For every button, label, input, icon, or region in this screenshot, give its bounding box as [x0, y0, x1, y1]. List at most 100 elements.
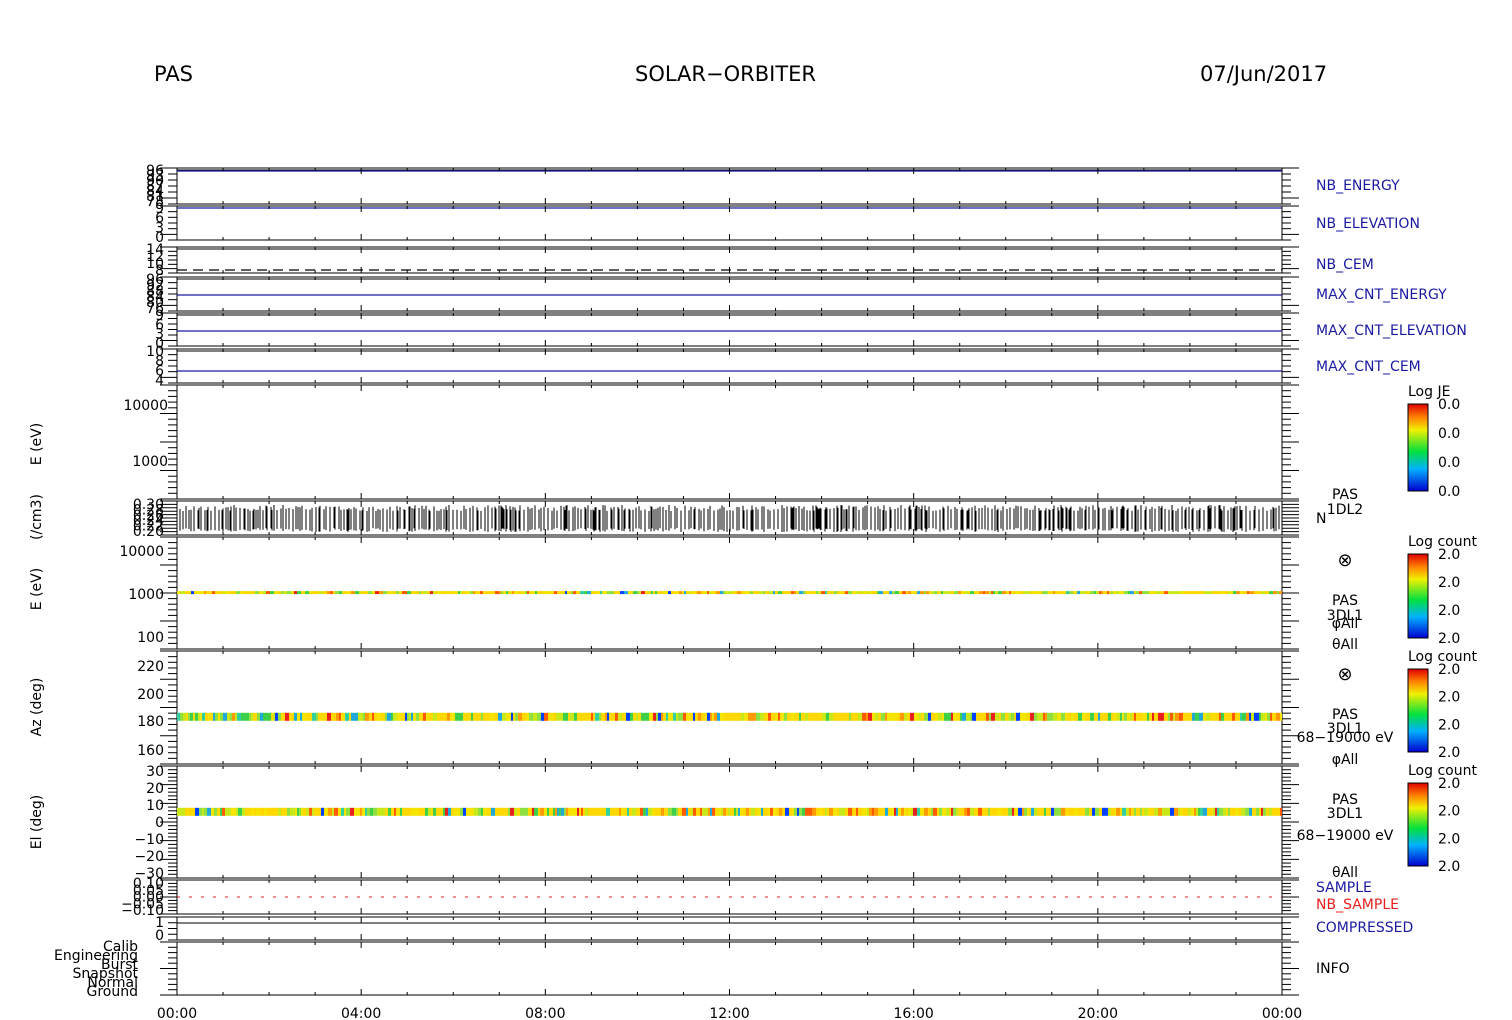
pas-3dl1-azimuth-band-cell	[498, 712, 502, 721]
pas-3dl1-azimuth-band-cell	[735, 712, 739, 721]
pas-3dl1-energy-band-cell	[929, 591, 931, 595]
pas-3dl1-energy-band-cell	[794, 591, 796, 595]
pas-3dl1-elevation-band-cell	[953, 807, 956, 816]
pas-3dl1-energy-band-cell	[529, 591, 531, 595]
pas-3dl1-elevation-band-cell	[540, 807, 544, 816]
pas-3dl1-elevation-band-cell	[1072, 807, 1074, 816]
pas-3dl1-elevation-band-cell	[448, 807, 451, 816]
pas-3dl1-azimuth-band-cell	[205, 712, 208, 721]
pas-3dl1-azimuth-band-cell	[1270, 712, 1272, 721]
pas-3dl1-energy-band-cell	[920, 591, 924, 595]
pas-3dl1-energy-band-cell	[831, 591, 834, 595]
pas-3dl1-elevation-band-cell	[508, 807, 510, 816]
pas-3dl1-azimuth-band-cell	[847, 712, 849, 721]
pas-3dl1-elevation-band-cell	[997, 807, 1001, 816]
pas-3dl1-energy-band-cell	[450, 591, 453, 595]
pas-3dl1-azimuth-band-cell	[351, 712, 354, 721]
pas-1dl2-side-label: 1DL2	[1327, 502, 1363, 518]
pas-3dl1-energy-band-cell	[535, 591, 537, 595]
pas-3dl1-elevation-band-cell	[933, 807, 937, 816]
pas-3dl1-energy-band-cell	[1206, 591, 1208, 595]
pas-3dl1-azimuth-band-cell	[822, 712, 826, 721]
pas-3dl1-energy-band-cell	[600, 591, 602, 595]
pas-3dl1-elevation-band-cell	[220, 807, 222, 816]
pas-3dl1-azimuth-band-cell	[951, 712, 953, 721]
pas-3dl1-energy-band-cell	[191, 591, 194, 595]
pas-3dl1-azimuth-band-cell	[728, 712, 732, 721]
pas-3dl1-energy-band-cell	[427, 591, 430, 595]
pas-3dl1-elevation-band-cell	[481, 807, 483, 816]
pas-3dl1-energy-band-cell	[177, 591, 180, 595]
pas-3dl1-elevation-band-cell	[1027, 807, 1029, 816]
pas-3dl1-azimuth-band-cell	[791, 712, 795, 721]
pas-3dl1-energy-band-cell	[442, 591, 446, 595]
pas-3dl1-energy-band-cell	[1193, 591, 1196, 595]
pas-3dl1-energy-band-cell	[695, 591, 697, 595]
pas-3dl1-elevation-band-cell	[188, 807, 192, 816]
pas-3dl1-elevation-band-cell	[1001, 807, 1005, 816]
pas-3dl1-elevation-band-cell	[668, 807, 672, 816]
pas-3dl1-elevation-band-cell	[1249, 807, 1252, 816]
pas-3dl1-elevation-band-cell	[367, 807, 370, 816]
pas-3dl1-elevation-band-cell	[202, 807, 204, 816]
pas-3dl1-elevation-band-cell	[643, 807, 646, 816]
pas-3dl1-elevation-band-cell	[328, 807, 332, 816]
pas-3dl1-energy-band-cell	[309, 591, 313, 595]
pas-3dl1-elevation-band-cell	[1029, 807, 1031, 816]
pas-3dl1-azimuth-band-cell	[991, 712, 995, 721]
pas-3dl1-energy-band-cell	[335, 591, 339, 595]
pas-3dl1-elevation-band-cell	[357, 807, 360, 816]
pas-3dl1-azimuth-band-cell	[1024, 712, 1027, 721]
pas-3dl1-azimuth-band-cell	[180, 712, 183, 721]
pas-3dl1-elevation-band-cell	[258, 807, 260, 816]
pas-3dl1-elevation-band-cell	[1012, 807, 1014, 816]
pas-3dl1-energy-band-cell	[741, 591, 745, 595]
pas-3dl1-elevation-band-cell	[1170, 807, 1174, 816]
pas-3dl1-elevation-ytick-label: 20	[146, 781, 164, 797]
pas-3dl1-elevation-ylabel: El (deg)	[29, 795, 45, 850]
pas-3dl1-azimuth-band-cell	[919, 712, 921, 721]
pas-3dl1-azimuth-band-cell	[799, 712, 801, 721]
pas-3dl1-azimuth-band-cell	[944, 712, 947, 721]
pas-3dl1-azimuth-ylabel: Az (deg)	[29, 678, 45, 737]
pas-3dl1-elevation-band-cell	[746, 807, 749, 816]
pas-3dl1-energy-band-cell	[274, 591, 277, 595]
pas-3dl1-azimuth-band-cell	[983, 712, 986, 721]
pas-3dl1-energy-band-cell	[979, 591, 983, 595]
pas-3dl1-energy-band-cell	[729, 591, 733, 595]
pas-3dl1-elevation-band-cell	[381, 807, 385, 816]
pas-3dl1-elevation-band-cell	[632, 807, 636, 816]
pas-3dl1-azimuth-band-cell	[1228, 712, 1232, 721]
pas-3dl1-elevation-band-cell	[321, 807, 324, 816]
pas-3dl1-azimuth-band-cell	[374, 712, 377, 721]
pas-3dl1-elevation-band-cell	[799, 807, 802, 816]
pas-3dl1-elevation-band-cell	[621, 807, 625, 816]
pas-3dl1-energy-band-cell	[773, 591, 775, 595]
pas-3dl1-azimuth-band-cell	[1086, 712, 1090, 721]
pas-3dl1-elevation-band-cell	[1276, 807, 1280, 816]
pas-3dl1-energy-band-cell	[1048, 591, 1051, 595]
pas-3dl1-azimuth-band-cell	[653, 712, 656, 721]
pas-3dl1-azimuth-band-cell	[1049, 712, 1053, 721]
pas-3dl1-elevation-band-cell	[405, 807, 407, 816]
pas-3dl1-azimuth-band-cell	[529, 712, 533, 721]
pas-3dl1-energy-band-cell	[251, 591, 255, 595]
pas-3dl1-azimuth-band-cell	[607, 712, 609, 721]
pas-3dl1-azimuth-band-cell	[463, 712, 467, 721]
pas-3dl1-azimuth-band-cell	[986, 712, 989, 721]
pas-3dl1-energy-band-cell	[1073, 591, 1075, 595]
pas-3dl1-energy-band-cell	[821, 591, 825, 595]
pas-3dl1-energy-band-cell	[580, 591, 584, 595]
pas-3dl1-azimuth-band-cell	[1249, 712, 1251, 721]
pas-3dl1-azimuth-band-cell	[839, 712, 841, 721]
pas-3dl1-azimuth-band-cell	[568, 712, 570, 721]
pas-3dl1-energy-band-cell	[407, 591, 411, 595]
pas-3dl1-energy-band-cell	[208, 591, 212, 595]
pas-3dl1-azimuth-band-cell	[609, 712, 613, 721]
pas-3dl1-azimuth-band-cell	[1067, 712, 1071, 721]
pas-3dl1-energy-band-cell	[1178, 591, 1180, 595]
pas-3dl1-energy-band-cell	[750, 591, 753, 595]
pas-3dl1-elevation-band-cell	[1272, 807, 1276, 816]
pas-3dl1-energy-band-cell	[244, 591, 247, 595]
pas-3dl1-elevation-band-cell	[402, 807, 405, 816]
